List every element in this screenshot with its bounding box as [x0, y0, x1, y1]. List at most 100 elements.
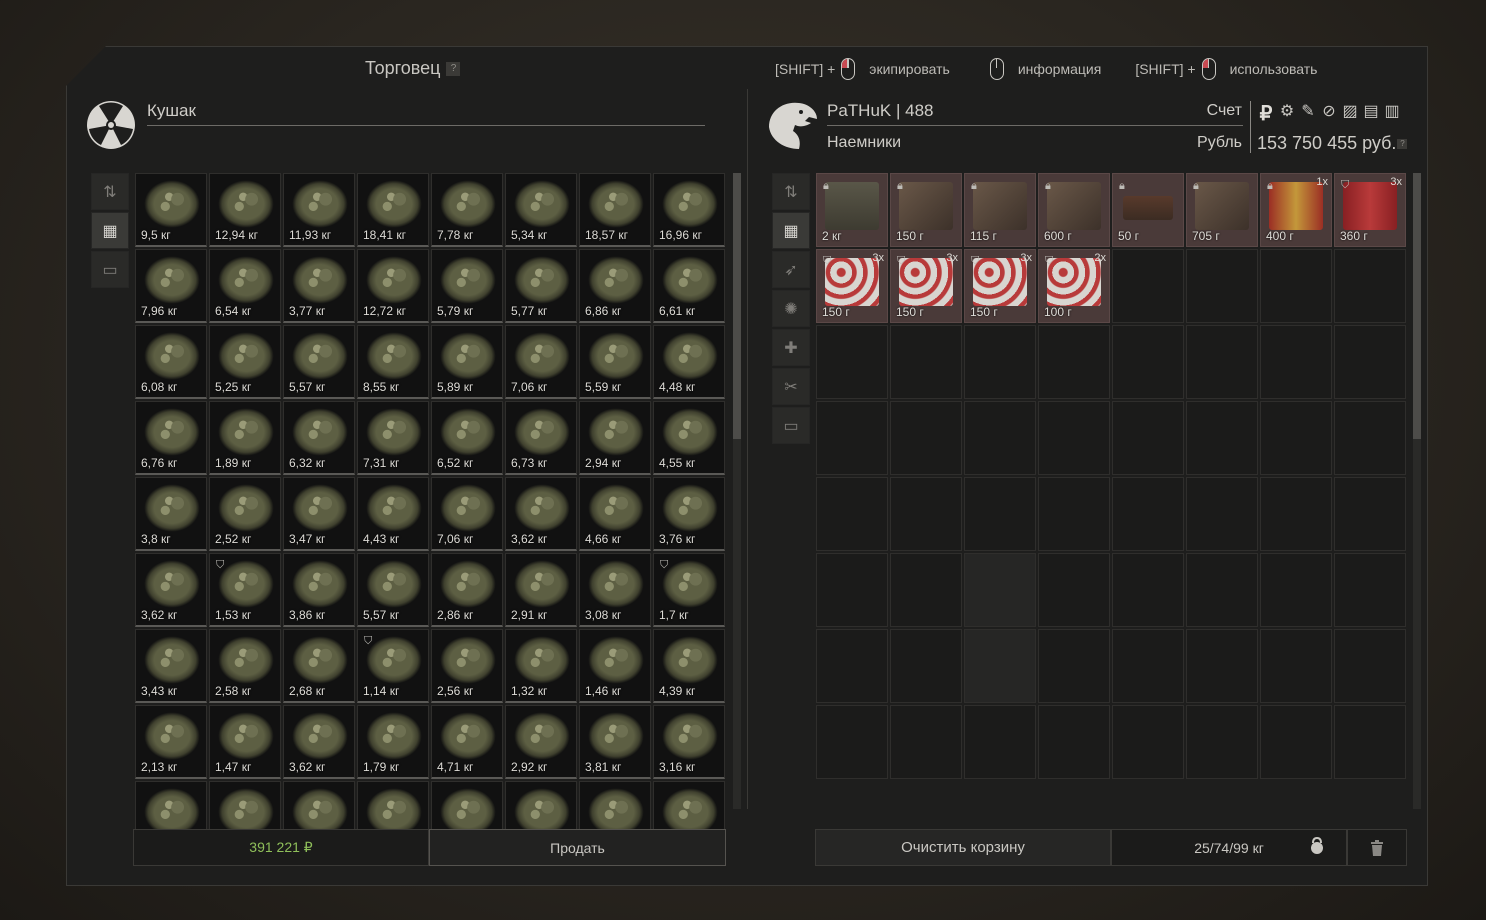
trader-item-cell[interactable]: 3,62 кг: [135, 553, 207, 627]
trader-item-cell[interactable]: 12,72 кг: [357, 249, 429, 323]
empty-slot[interactable]: [1186, 249, 1258, 323]
trader-item-cell[interactable]: 3,76 кг: [653, 477, 725, 551]
bottle-icon[interactable]: ▥: [1383, 101, 1401, 126]
trader-item-cell[interactable]: 5,25 кг: [209, 325, 281, 399]
trader-item-cell[interactable]: 18,57 кг: [579, 173, 651, 247]
empty-slot[interactable]: [816, 401, 888, 475]
trader-item-cell[interactable]: 6,73 кг: [505, 401, 577, 475]
sort-icon[interactable]: ⇅: [772, 173, 810, 210]
empty-slot[interactable]: [1112, 401, 1184, 475]
trader-item-cell[interactable]: 5,79 кг: [431, 249, 503, 323]
trader-item-cell[interactable]: 6,76 кг: [135, 401, 207, 475]
empty-slot[interactable]: [1038, 553, 1110, 627]
trader-item-cell[interactable]: 5,77 кг: [505, 249, 577, 323]
trader-item-cell[interactable]: 7,06 кг: [431, 477, 503, 551]
empty-slot[interactable]: [1112, 629, 1184, 703]
empty-slot[interactable]: [1260, 477, 1332, 551]
trader-item-cell[interactable]: 6,32 кг: [283, 401, 355, 475]
empty-slot[interactable]: [1260, 705, 1332, 779]
empty-slot[interactable]: [1334, 705, 1406, 779]
basket-item-cell[interactable]: ⛉ 3x 150 г: [890, 249, 962, 323]
sell-button[interactable]: Продать: [429, 829, 726, 866]
empty-slot[interactable]: [890, 705, 962, 779]
empty-slot[interactable]: [1112, 705, 1184, 779]
basket-item-cell[interactable]: ⛉ 2x 100 г: [1038, 249, 1110, 323]
empty-slot[interactable]: [890, 477, 962, 551]
trader-item-cell[interactable]: 18,41 кг: [357, 173, 429, 247]
trader-item-cell[interactable]: 2,68 кг: [283, 629, 355, 703]
basket-item-cell[interactable]: 🔒︎ 150 г: [890, 173, 962, 247]
trader-item-cell[interactable]: ⛉ 1,7 кг: [653, 553, 725, 627]
balance-help-icon[interactable]: ?: [1397, 139, 1408, 150]
empty-slot[interactable]: [1334, 325, 1406, 399]
trader-item-cell[interactable]: 3,8 кг: [135, 477, 207, 551]
archive-icon[interactable]: ▭: [91, 251, 129, 288]
empty-slot[interactable]: [1334, 553, 1406, 627]
grid-icon[interactable]: ▦: [772, 212, 810, 249]
trader-item-cell[interactable]: 3,47 кг: [283, 477, 355, 551]
trader-item-cell[interactable]: 6,08 кг: [135, 325, 207, 399]
trader-item-cell[interactable]: 7,31 кг: [357, 401, 429, 475]
feather-icon[interactable]: ✎: [1299, 101, 1317, 126]
trader-item-cell[interactable]: 8,55 кг: [357, 325, 429, 399]
trader-item-cell[interactable]: 16,96 кг: [653, 173, 725, 247]
empty-slot[interactable]: [1334, 477, 1406, 551]
trash-icon[interactable]: [1347, 829, 1407, 866]
trader-item-cell[interactable]: 5,59 кг: [579, 325, 651, 399]
basket-item-cell[interactable]: 🔒︎ 115 г: [964, 173, 1036, 247]
empty-slot[interactable]: [1334, 629, 1406, 703]
trader-item-cell[interactable]: 1,47 кг: [209, 705, 281, 779]
trader-item-cell[interactable]: 3,62 кг: [505, 477, 577, 551]
trader-item-cell[interactable]: 5,34 кг: [505, 173, 577, 247]
empty-slot[interactable]: [890, 325, 962, 399]
empty-slot[interactable]: [1112, 477, 1184, 551]
trader-item-cell[interactable]: 9,5 кг: [135, 173, 207, 247]
empty-slot[interactable]: [1038, 629, 1110, 703]
trader-item-cell[interactable]: 2,56 кг: [431, 629, 503, 703]
trader-item-cell[interactable]: 2,13 кг: [135, 705, 207, 779]
gear-icon[interactable]: ⚙: [1278, 101, 1296, 126]
basket-item-cell[interactable]: 🔒︎ 2 кг: [816, 173, 888, 247]
empty-slot[interactable]: [1334, 249, 1406, 323]
trader-item-cell[interactable]: 3,16 кг: [653, 705, 725, 779]
empty-slot[interactable]: [1186, 325, 1258, 399]
trader-item-cell[interactable]: ⛉ 1,53 кг: [209, 553, 281, 627]
notes-icon[interactable]: ▤: [1362, 101, 1380, 126]
empty-slot[interactable]: [964, 325, 1036, 399]
empty-slot[interactable]: [964, 553, 1036, 627]
sort-icon[interactable]: ⇅: [91, 173, 129, 210]
empty-slot[interactable]: [1038, 325, 1110, 399]
archive-icon[interactable]: ▭: [772, 407, 810, 444]
trader-item-cell[interactable]: 6,86 кг: [579, 249, 651, 323]
empty-slot[interactable]: [1186, 629, 1258, 703]
trader-item-cell[interactable]: 2,92 кг: [505, 705, 577, 779]
basket-item-cell[interactable]: ⛉ 3x 360 г: [1334, 173, 1406, 247]
trader-item-cell[interactable]: 6,52 кг: [431, 401, 503, 475]
trader-item-cell[interactable]: 4,66 кг: [579, 477, 651, 551]
empty-slot[interactable]: [1186, 553, 1258, 627]
empty-slot[interactable]: [890, 629, 962, 703]
clear-basket-button[interactable]: Очистить корзину: [815, 829, 1111, 866]
empty-slot[interactable]: [1112, 325, 1184, 399]
empty-slot[interactable]: [1186, 401, 1258, 475]
empty-slot[interactable]: [1038, 401, 1110, 475]
trader-item-cell[interactable]: 1,79 кг: [357, 705, 429, 779]
weapon-icon[interactable]: ➶: [772, 251, 810, 288]
trader-item-cell[interactable]: 3,43 кг: [135, 629, 207, 703]
empty-slot[interactable]: [964, 629, 1036, 703]
basket-item-cell[interactable]: ⛉ 3x 150 г: [816, 249, 888, 323]
basket-item-cell[interactable]: 🔒︎ 705 г: [1186, 173, 1258, 247]
trader-item-cell[interactable]: 3,08 кг: [579, 553, 651, 627]
trader-item-cell[interactable]: 4,48 кг: [653, 325, 725, 399]
trader-item-cell[interactable]: 4,71 кг: [431, 705, 503, 779]
trader-item-cell[interactable]: 5,89 кг: [431, 325, 503, 399]
trader-item-cell[interactable]: 11,93 кг: [283, 173, 355, 247]
basket-item-cell[interactable]: ⛉ 3x 150 г: [964, 249, 1036, 323]
medkit-icon[interactable]: ✚: [772, 329, 810, 366]
trader-item-cell[interactable]: 3,86 кг: [283, 553, 355, 627]
trader-item-cell[interactable]: 6,61 кг: [653, 249, 725, 323]
basket-item-cell[interactable]: 🔒︎ 50 г: [1112, 173, 1184, 247]
empty-slot[interactable]: [1334, 401, 1406, 475]
trader-item-cell[interactable]: 3,81 кг: [579, 705, 651, 779]
basket-item-cell[interactable]: 🔒︎ 1x 400 г: [1260, 173, 1332, 247]
